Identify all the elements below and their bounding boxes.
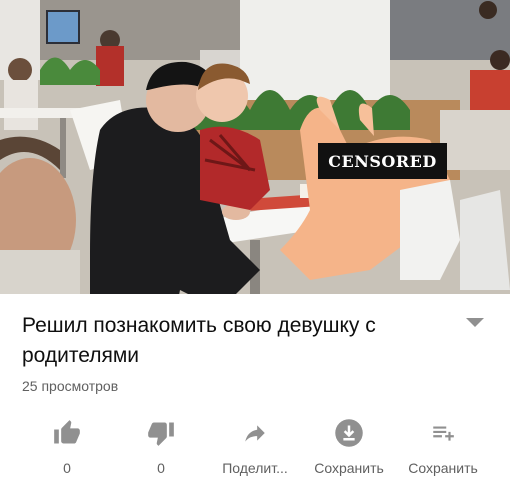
share-button[interactable]: Поделит... [207, 414, 303, 484]
like-button[interactable]: 0 [19, 414, 115, 484]
thumb-up-icon [19, 418, 115, 448]
save-label: Сохранить [408, 460, 478, 476]
expand-description-button[interactable] [460, 312, 490, 334]
action-bar: 0 0 Поделит... Сохранить Сохранить [0, 414, 510, 484]
chevron-down-icon [466, 318, 484, 327]
censored-label-box: CENSORED [318, 143, 447, 179]
thumb-down-icon [113, 418, 209, 448]
download-icon [301, 418, 397, 448]
download-button[interactable]: Сохранить [301, 414, 397, 484]
censored-label: CENSORED [328, 151, 437, 171]
save-to-playlist-button[interactable]: Сохранить [395, 414, 491, 484]
playlist-add-icon [395, 418, 491, 448]
video-player[interactable]: CENSORED [0, 0, 510, 294]
video-page: CENSORED Решил познакомить свою девушку … [0, 0, 510, 489]
view-count: 25 просмотров [22, 378, 119, 394]
video-title: Решил познакомить свою девушку с родител… [22, 314, 376, 367]
share-icon [207, 418, 303, 448]
dislike-button[interactable]: 0 [113, 414, 209, 484]
